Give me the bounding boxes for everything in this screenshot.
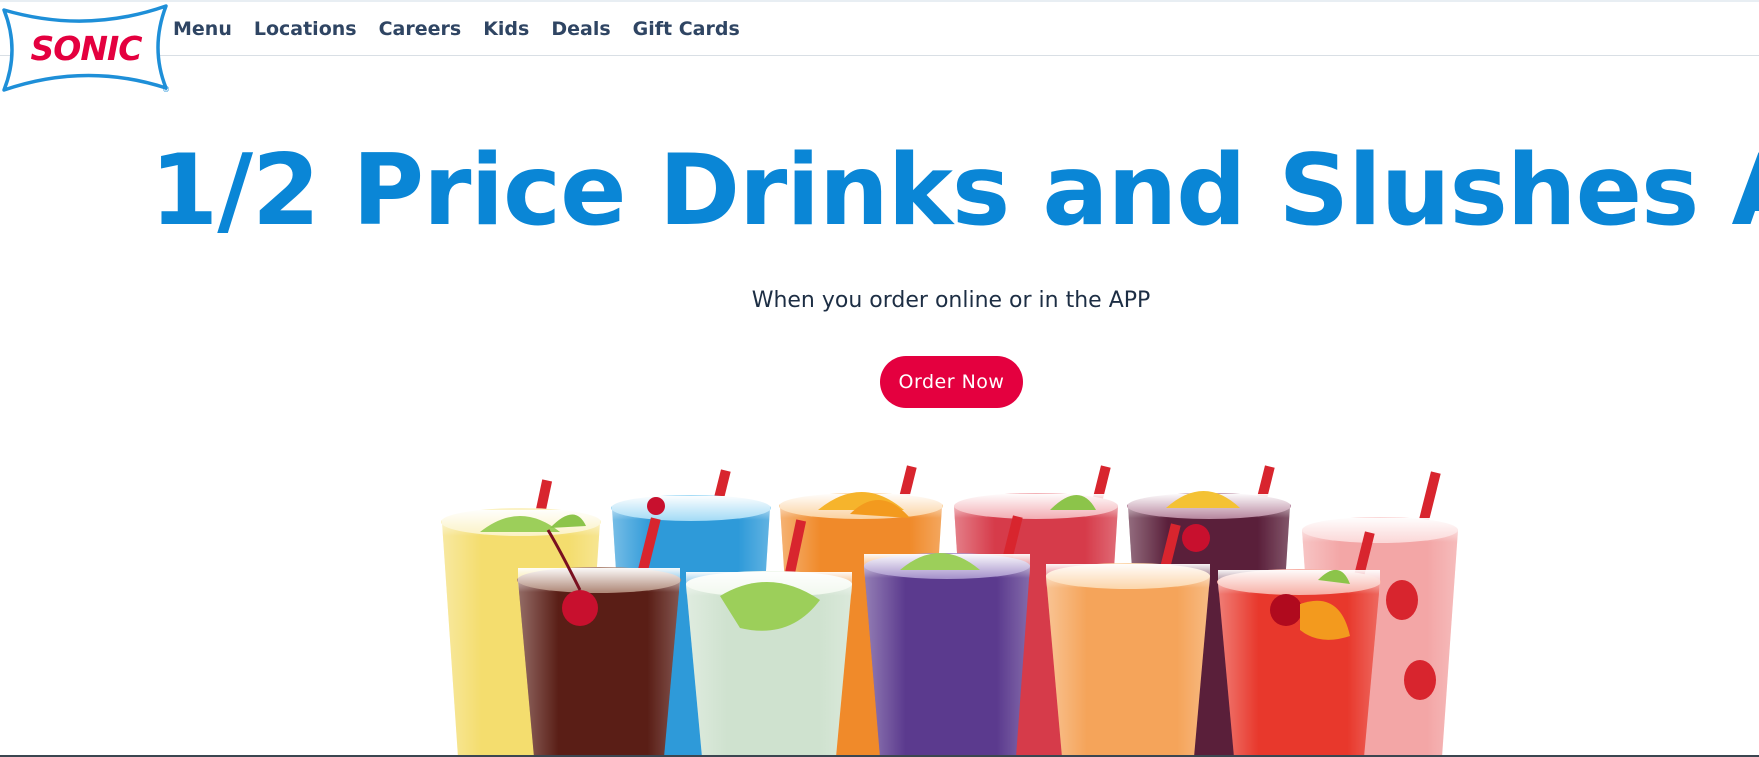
page: Menu Locations Careers Kids Deals Gift C… <box>0 0 1759 757</box>
main-nav: Menu Locations Careers Kids Deals Gift C… <box>173 18 762 40</box>
nav-item-kids[interactable]: Kids <box>483 18 529 40</box>
hero-subtitle: When you order online or in the APP <box>751 288 1151 313</box>
registered-mark: ® <box>162 85 170 94</box>
nav-item-gift-cards[interactable]: Gift Cards <box>633 18 740 40</box>
drinks-lineup-image <box>441 465 1458 757</box>
order-now-button[interactable]: Order Now <box>880 356 1023 408</box>
sonic-logo[interactable]: SONIC ® <box>0 2 172 94</box>
nav-item-deals[interactable]: Deals <box>551 18 610 40</box>
site-header: Menu Locations Careers Kids Deals Gift C… <box>0 0 1759 56</box>
nav-item-menu[interactable]: Menu <box>173 18 232 40</box>
hero-title: 1/2 Price Drinks and Slushes All Day <box>150 134 1759 248</box>
logo-text: SONIC <box>31 29 143 68</box>
nav-item-locations[interactable]: Locations <box>254 18 357 40</box>
nav-item-careers[interactable]: Careers <box>379 18 462 40</box>
